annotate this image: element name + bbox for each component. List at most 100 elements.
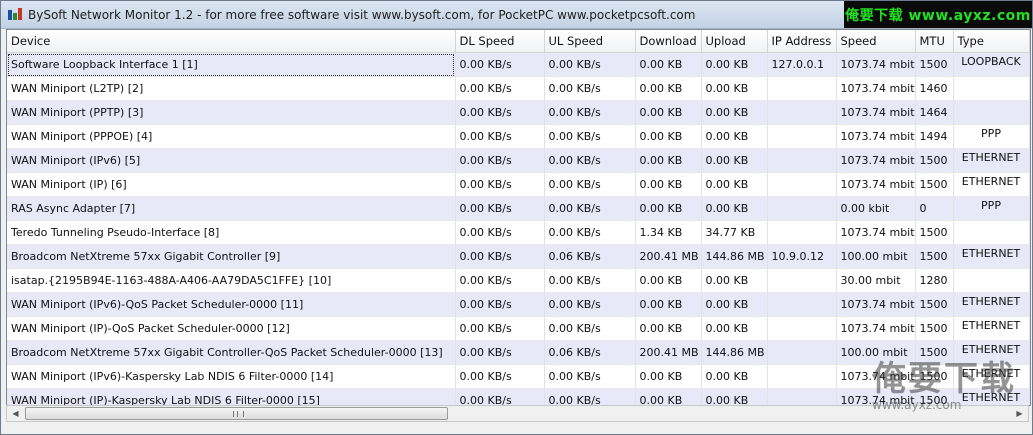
scroll-left-arrow-icon[interactable]: ◀ (7, 406, 24, 421)
column-header[interactable]: DL Speed (455, 30, 545, 53)
table-cell (767, 196, 837, 221)
table-cell: 0.00 KB/s (455, 148, 545, 173)
table-cell: 0.00 KB (701, 52, 768, 77)
table-cell: 0.00 KB (635, 292, 702, 317)
column-header[interactable]: Device (7, 30, 456, 53)
table-cell: 0.00 KB/s (544, 388, 636, 405)
table-cell: Software Loopback Interface 1 [1] (7, 52, 456, 77)
table-cell (953, 76, 1030, 101)
table-row[interactable]: Teredo Tunneling Pseudo-Interface [8] 0.0… (7, 220, 1030, 245)
table-cell: 0.00 KB/s (544, 316, 636, 341)
table-cell: 127.0.0.1 (767, 52, 837, 77)
table-cell: WAN Miniport (PPPOE) [4] (7, 124, 456, 149)
table-cell: 0.00 KB (701, 148, 768, 173)
table-cell: ETHERNET (953, 148, 1030, 173)
table-cell: 1500 (915, 220, 954, 245)
table-row[interactable]: WAN Miniport (L2TP) [2] 0.00 KB/s 0.00 KB/… (7, 76, 1030, 101)
table-cell: 0.00 KB (635, 388, 702, 405)
table-cell: 0.00 KB/s (544, 292, 636, 317)
table-cell: 1500 (915, 364, 954, 389)
table-row[interactable]: isatap.{2195B94E-1163-488A-A406-AA79DA5C… (7, 268, 1030, 293)
table-cell: 0.00 KB (701, 388, 768, 405)
table-cell: 1073.74 mbit (836, 100, 916, 125)
column-header[interactable]: MTU (915, 30, 954, 53)
table-cell: ETHERNET (953, 388, 1030, 405)
table-cell: 0.00 KB/s (455, 124, 545, 149)
status-bar (1, 424, 1032, 434)
table-cell: 0.00 KB (635, 76, 702, 101)
network-monitor-icon (8, 7, 22, 22)
table-cell: ETHERNET (953, 340, 1030, 365)
table-cell: 0.00 KB (701, 172, 768, 197)
table-cell: 0.00 KB (701, 76, 768, 101)
scroll-right-arrow-icon[interactable]: ▶ (1011, 406, 1028, 421)
window-title: BySoft Network Monitor 1.2 - for more fr… (28, 7, 696, 22)
table-cell: 0.00 KB (635, 172, 702, 197)
table-cell: 1500 (915, 244, 954, 269)
table-cell: 1073.74 mbit (836, 148, 916, 173)
table-cell (767, 268, 837, 293)
table-cell (767, 100, 837, 125)
horizontal-scrollbar[interactable]: ◀ ▶ (6, 405, 1029, 422)
table-cell: 30.00 mbit (836, 268, 916, 293)
table-cell: WAN Miniport (IP) [6] (7, 172, 456, 197)
table-cell: ETHERNET (953, 292, 1030, 317)
table-cell: 144.86 MB (701, 244, 768, 269)
table-cell: 0.00 KB/s (455, 388, 545, 405)
table-cell: 1464 (915, 100, 954, 125)
table-cell: WAN Miniport (PPTP) [3] (7, 100, 456, 125)
table-cell: 1500 (915, 172, 954, 197)
table-cell: Teredo Tunneling Pseudo-Interface [8] (7, 220, 456, 245)
interfaces-table: Device DL Speed UL Speed Download Upload IP A… (7, 30, 1030, 405)
table-cell: 0.00 KB (635, 268, 702, 293)
table-cell (953, 220, 1030, 245)
table-row[interactable]: WAN Miniport (IP)-QoS Packet Scheduler-0… (7, 316, 1030, 341)
scrollbar-thumb[interactable] (25, 407, 448, 420)
table-cell: 0.00 KB/s (455, 52, 545, 77)
table-cell: ETHERNET (953, 172, 1030, 197)
column-header[interactable]: IP Address (767, 30, 837, 53)
table-cell: 0.00 KB/s (455, 364, 545, 389)
table-cell: 0.06 KB/s (544, 340, 636, 365)
table-cell: 0.00 KB (701, 268, 768, 293)
column-header[interactable]: Upload (701, 30, 768, 53)
table-row[interactable]: WAN Miniport (IP) [6] 0.00 KB/s 0.00 KB/s 0… (7, 172, 1030, 197)
table-cell (767, 364, 837, 389)
table-row[interactable]: WAN Miniport (IPv6)-QoS Packet Scheduler… (7, 292, 1030, 317)
table-cell: 0.00 KB/s (544, 220, 636, 245)
column-header[interactable]: Download (635, 30, 702, 53)
table-cell: WAN Miniport (IPv6)-QoS Packet Scheduler… (7, 292, 456, 317)
table-cell: 0.00 KB/s (544, 148, 636, 173)
table-row[interactable]: RAS Async Adapter [7] 0.00 KB/s 0.00 KB/s 0… (7, 196, 1030, 221)
column-header[interactable]: Type (953, 30, 1030, 53)
table-row[interactable]: WAN Miniport (IP)-Kaspersky Lab NDIS 6 F… (7, 388, 1030, 405)
table-row[interactable]: Software Loopback Interface 1 [1] 0.00 KB… (7, 52, 1030, 77)
header-row: Device DL Speed UL Speed Download Upload IP A… (7, 30, 1030, 53)
table-cell: 1073.74 mbit (836, 52, 916, 77)
table-cell: 0.00 KB/s (544, 52, 636, 77)
table-cell (767, 340, 837, 365)
table-cell: 0.00 KB/s (544, 172, 636, 197)
table-cell: 0.00 KB/s (455, 220, 545, 245)
table-cell: WAN Miniport (IP)-Kaspersky Lab NDIS 6 F… (7, 388, 456, 405)
table-cell: 1500 (915, 388, 954, 405)
table-cell: 1500 (915, 316, 954, 341)
table-row[interactable]: WAN Miniport (IPv6)-Kaspersky Lab NDIS 6… (7, 364, 1030, 389)
table-cell: 1500 (915, 292, 954, 317)
title-bar[interactable]: BySoft Network Monitor 1.2 - for more fr… (1, 1, 1032, 29)
table-row[interactable]: WAN Miniport (PPTP) [3] 0.00 KB/s 0.00 KB/… (7, 100, 1030, 125)
site-badge: 俺要下载 www.ayxz.com (844, 1, 1032, 28)
table-row[interactable]: WAN Miniport (IPv6) [5] 0.00 KB/s 0.00 KB/… (7, 148, 1030, 173)
table-cell (767, 292, 837, 317)
table-cell: 34.77 KB (701, 220, 768, 245)
table-cell: 200.41 MB (635, 244, 702, 269)
table-row[interactable]: Broadcom NetXtreme 57xx Gigabit Controll… (7, 244, 1030, 269)
column-header[interactable]: Speed (836, 30, 916, 53)
column-header[interactable]: UL Speed (544, 30, 636, 53)
table-row[interactable]: WAN Miniport (PPPOE) [4] 0.00 KB/s 0.00 KB… (7, 124, 1030, 149)
table-cell: 10.9.0.12 (767, 244, 837, 269)
table-row[interactable]: Broadcom NetXtreme 57xx Gigabit Controll… (7, 340, 1030, 365)
table-cell: RAS Async Adapter [7] (7, 196, 456, 221)
table-cell: WAN Miniport (IP)-QoS Packet Scheduler-0… (7, 316, 456, 341)
table-cell: 100.00 mbit (836, 340, 916, 365)
